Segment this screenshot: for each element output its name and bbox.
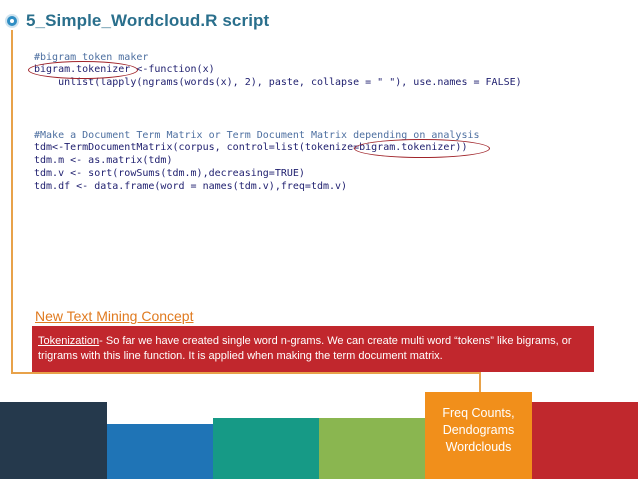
code-line-3: unlist(lapply(ngrams(words(x), 2), paste…	[34, 77, 522, 88]
highlight-ellipse-tokenizer-use	[354, 139, 490, 158]
topic-line-3: Wordclouds	[445, 440, 512, 454]
footer-band-1	[0, 402, 107, 479]
footer-band-2	[107, 424, 213, 479]
timeline-line-horizontal	[11, 372, 481, 374]
concept-callout: Tokenization- So far we have created sin…	[32, 326, 594, 372]
footer-band-4	[319, 418, 425, 479]
current-topic-label: Freq Counts, Dendograms Wordclouds	[425, 405, 532, 456]
code-line-9: tdm.m <- as.matrix(tdm)	[34, 155, 173, 166]
code-line-11: tdm.df <- data.frame(word = names(tdm.v)…	[34, 181, 348, 192]
concept-heading: New Text Mining Concept	[35, 308, 194, 324]
topic-line-2: Dendograms	[442, 423, 515, 437]
footer-band-6	[532, 402, 638, 479]
timeline-connector	[479, 372, 481, 392]
code-screenshot: #bigram token maker bigram.tokenizer <-f…	[24, 40, 624, 295]
highlight-ellipse-tokenizer-def	[28, 61, 138, 79]
slide-title: 5_Simple_Wordcloud.R script	[26, 11, 270, 30]
concept-term: Tokenization	[38, 335, 100, 347]
footer-band-3	[213, 418, 319, 479]
concept-text: Tokenization- So far we have created sin…	[38, 334, 586, 364]
timeline-line-vertical	[11, 30, 13, 373]
topic-line-1: Freq Counts,	[442, 406, 515, 420]
title-bullet-icon	[5, 14, 19, 28]
code-line-10: tdm.v <- sort(rowSums(tdm.m),decreasing=…	[34, 168, 305, 179]
concept-body: - So far we have created single word n-g…	[38, 335, 572, 362]
